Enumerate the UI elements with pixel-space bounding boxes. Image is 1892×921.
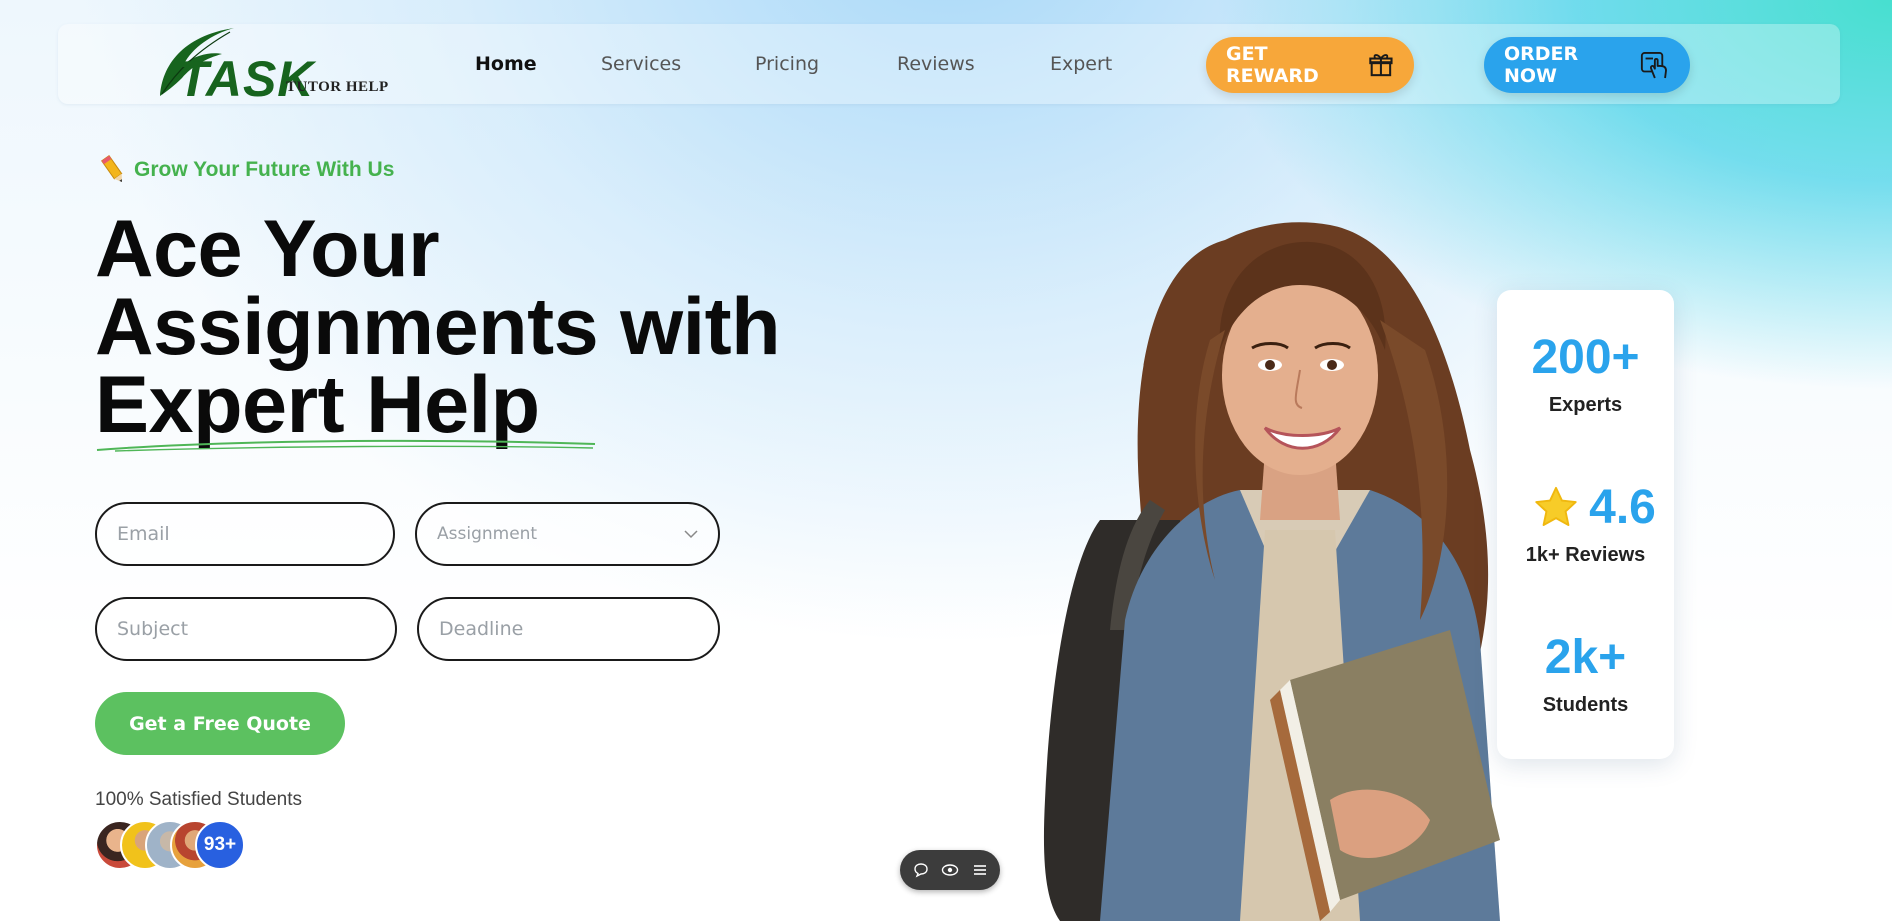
more-students-badge: 93+ [195,820,245,870]
email-input[interactable]: Email [95,502,395,566]
nav-services[interactable]: Services [601,53,681,75]
stat-rating-value: 4.6 [1589,481,1656,534]
logo-subtitle: TUTOR HELP [286,79,389,95]
get-reward-button[interactable]: GET REWARD [1206,37,1414,93]
stat-experts-value: 200+ [1531,331,1640,384]
nav-expert[interactable]: Expert [1050,53,1112,75]
menu-icon[interactable] [972,863,988,877]
pencil-icon [100,154,123,183]
get-reward-label: GET REWARD [1226,43,1319,87]
satisfied-students-label: 100% Satisfied Students [95,789,303,810]
floating-toolbar [900,850,1000,890]
stat-students-value: 2k+ [1544,631,1627,684]
assignment-select[interactable]: Assignment [415,502,720,566]
email-placeholder: Email [117,523,170,545]
stat-experts-label: Experts [1548,394,1623,416]
subject-input[interactable]: Subject [95,597,397,661]
order-now-label: ORDER NOW [1504,43,1579,87]
chat-icon[interactable] [913,862,929,878]
tagline-text: Grow Your Future With Us [134,158,395,181]
assignment-placeholder: Assignment [437,524,538,544]
nav-reviews[interactable]: Reviews [897,53,975,75]
nav-pricing[interactable]: Pricing [755,53,819,75]
gift-icon [1369,54,1393,77]
stat-students-label: Students [1542,694,1629,716]
hero-title: Ace Your Assignments with Expert Help [95,204,781,450]
deadline-input[interactable]: Deadline [417,597,720,661]
tagline: Grow Your Future With Us [98,154,394,186]
order-now-button[interactable]: ORDER NOW [1484,37,1690,93]
chevron-down-icon [684,530,698,539]
title-underline [96,439,596,452]
hero-title-line-3: Expert Help [95,360,540,450]
hero-title-line-1: Ace Your [95,204,440,294]
deadline-placeholder: Deadline [439,618,524,640]
stat-reviews-label: 1k+ Reviews [1525,544,1646,566]
star-icon [1535,486,1577,526]
get-free-quote-button[interactable]: Get a Free Quote [95,692,345,755]
subject-placeholder: Subject [117,618,189,640]
logo[interactable]: TASK TUTOR HELP [152,26,392,107]
eye-icon[interactable] [941,862,959,878]
nav-home[interactable]: Home [475,53,537,75]
stats-card: 200+ Experts 4.6 1k+ Reviews 2k+ Student… [1497,290,1674,759]
tap-hand-icon [1641,51,1668,79]
stat-rating: 4.6 [1515,480,1674,535]
hero-title-line-2: Assignments with [95,282,781,372]
